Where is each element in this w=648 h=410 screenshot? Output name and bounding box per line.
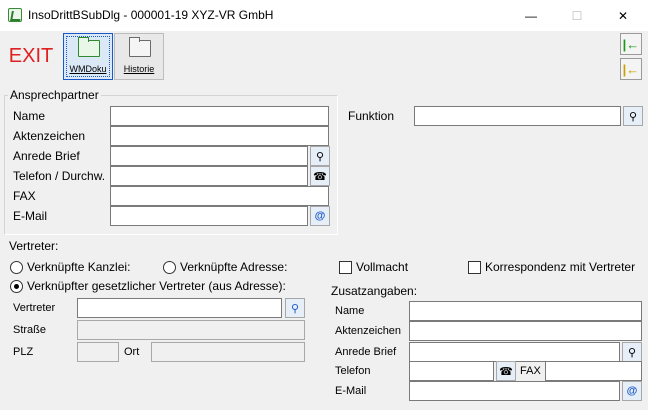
- zusatz-anrede-label: Anrede Brief: [335, 346, 397, 358]
- vertreter-caption: Vertreter:: [9, 239, 59, 253]
- ort-input: [151, 342, 305, 362]
- ansprechpartner-caption: Ansprechpartner: [8, 88, 101, 102]
- magnifier-icon: ⚲: [290, 302, 300, 315]
- zusatz-anrede-lookup-button[interactable]: ⚲: [622, 342, 642, 362]
- historie-button[interactable]: Historie: [114, 33, 164, 80]
- zusatz-name-label: Name: [335, 305, 365, 317]
- exit-button[interactable]: EXIT: [4, 33, 58, 79]
- folder-icon: [129, 37, 151, 57]
- toolbar: EXIT WMDoku Historie |← |←: [0, 31, 648, 83]
- radio-adresse-label: Verknüpfte Adresse:: [180, 260, 288, 274]
- plz-input: [77, 342, 119, 362]
- zusatz-email-input[interactable]: [409, 381, 620, 401]
- funktion-input[interactable]: [414, 106, 621, 126]
- vertreter-label: Vertreter: [13, 302, 56, 314]
- window-title: InsoDrittBSubDlg - 000001-19 XYZ-VR GmbH: [28, 8, 274, 22]
- minimize-button[interactable]: —: [508, 0, 554, 31]
- strasse-label: Straße: [13, 324, 47, 336]
- plz-label: PLZ: [13, 346, 34, 358]
- key-icon: ⚲: [627, 346, 637, 359]
- wmdoku-label: WMDoku: [69, 64, 107, 74]
- radio-kanzlei-label: Verknüpfte Kanzlei:: [27, 260, 131, 274]
- email-send-button[interactable]: @: [310, 206, 330, 226]
- zusatz-telefon-dial-button[interactable]: ☎: [496, 361, 516, 381]
- telefon-dial-button[interactable]: ☎: [310, 166, 330, 186]
- strasse-input: [77, 320, 305, 340]
- nav-first-button[interactable]: |←: [620, 33, 642, 55]
- name-input[interactable]: [110, 106, 329, 126]
- maximize-button[interactable]: ☐: [554, 0, 600, 31]
- funktion-label: Funktion: [348, 109, 395, 123]
- folder-icon: [78, 37, 100, 57]
- zusatz-name-input[interactable]: [409, 301, 642, 321]
- zusatz-anrede-input[interactable]: [409, 342, 620, 362]
- arrow-left-first-icon: |←: [622, 36, 640, 52]
- title-bar: InsoDrittBSubDlg - 000001-19 XYZ-VR GmbH…: [0, 0, 648, 31]
- anrede-input[interactable]: [110, 146, 308, 166]
- zusatz-fax-label: FAX: [520, 365, 541, 377]
- fax-label: FAX: [13, 189, 36, 203]
- fax-input[interactable]: [110, 186, 329, 206]
- historie-label: Historie: [123, 64, 155, 74]
- anrede-label: Anrede Brief: [13, 149, 80, 163]
- radio-kanzlei[interactable]: [10, 261, 23, 274]
- at-icon: @: [314, 210, 326, 222]
- ort-label: Ort: [124, 346, 140, 358]
- aktenzeichen-input[interactable]: [110, 126, 329, 146]
- zusatz-fax-input[interactable]: [545, 361, 642, 381]
- arrow-left-prev-icon: |←: [622, 61, 640, 77]
- radio-gesetzlich[interactable]: [10, 280, 23, 293]
- key-icon: ⚲: [315, 150, 325, 163]
- vollmacht-checkbox[interactable]: [339, 261, 352, 274]
- vertreter-input[interactable]: [77, 298, 282, 318]
- vollmacht-label: Vollmacht: [356, 260, 409, 274]
- nav-prev-button[interactable]: |←: [620, 58, 642, 80]
- name-label: Name: [13, 109, 46, 123]
- email-input[interactable]: [110, 206, 308, 226]
- at-icon: @: [626, 385, 638, 397]
- phone-icon: ☎: [499, 365, 513, 378]
- wmdoku-button[interactable]: WMDoku: [63, 33, 113, 80]
- telefon-label: Telefon / Durchw.: [13, 169, 106, 183]
- zusatz-aktenzeichen-label: Aktenzeichen: [335, 325, 402, 337]
- phone-icon: ☎: [313, 170, 327, 183]
- zusatz-telefon-input[interactable]: [409, 361, 494, 381]
- zusatz-telefon-label: Telefon: [335, 365, 371, 377]
- korrespondenz-checkbox[interactable]: [468, 261, 481, 274]
- aktenzeichen-label: Aktenzeichen: [13, 129, 86, 143]
- telefon-input[interactable]: [110, 166, 308, 186]
- app-icon: [8, 8, 22, 22]
- korrespondenz-label: Korrespondenz mit Vertreter: [485, 260, 636, 274]
- zusatz-aktenzeichen-input[interactable]: [409, 321, 642, 341]
- radio-gesetzlich-label: Verknüpfter gesetzlicher Vertreter (aus …: [27, 279, 286, 293]
- anrede-lookup-button[interactable]: ⚲: [310, 146, 330, 166]
- funktion-lookup-button[interactable]: ⚲: [623, 106, 643, 126]
- email-label: E-Mail: [13, 209, 48, 223]
- zusatz-email-label: E-Mail: [335, 385, 367, 397]
- radio-adresse[interactable]: [163, 261, 176, 274]
- close-button[interactable]: ✕: [600, 0, 646, 31]
- vertreter-search-button[interactable]: ⚲: [285, 298, 305, 318]
- zusatz-email-send-button[interactable]: @: [622, 381, 642, 401]
- zusatz-caption: Zusatzangaben:: [331, 284, 418, 298]
- key-icon: ⚲: [628, 110, 638, 123]
